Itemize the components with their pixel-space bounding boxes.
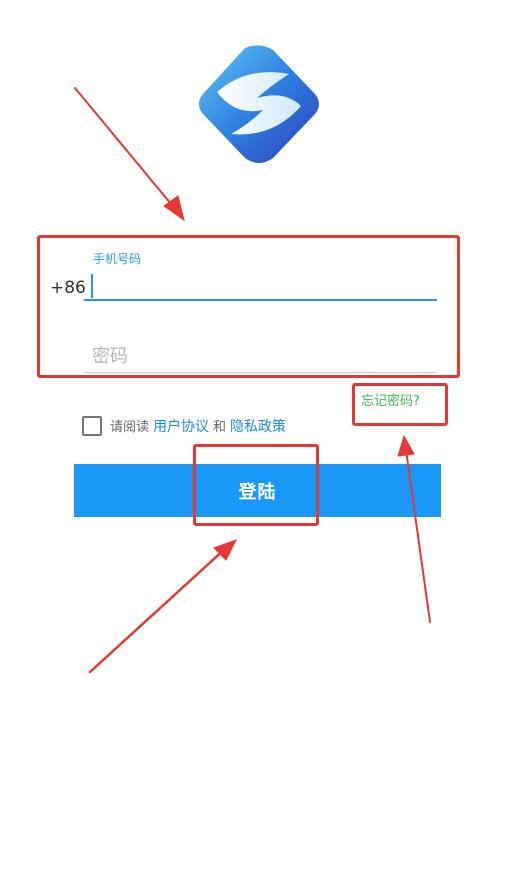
login-button[interactable]: 登陆 [74,464,441,517]
arrow-head-form [163,195,185,222]
phone-input[interactable] [84,299,437,301]
agreement-text: 请阅读 用户协议和隐私政策 [110,416,286,436]
arrow-head-forgot [397,434,415,457]
app-logo-icon [199,45,319,163]
privacy-policy-link[interactable]: 隐私政策 [230,419,286,435]
agreement-prefix: 请阅读 [110,420,150,435]
user-agreement-link[interactable]: 用户协议 [153,419,209,435]
country-code[interactable]: +86 [50,278,86,298]
phone-input-caret [91,274,93,298]
agreement-conjunction: 和 [213,420,227,435]
password-input[interactable] [84,341,437,373]
forgot-password-link[interactable]: 忘记密码? [361,390,420,409]
checkbox-icon[interactable] [82,416,102,436]
arrow-head-login [213,539,238,561]
phone-label: 手机号码 [93,252,142,266]
